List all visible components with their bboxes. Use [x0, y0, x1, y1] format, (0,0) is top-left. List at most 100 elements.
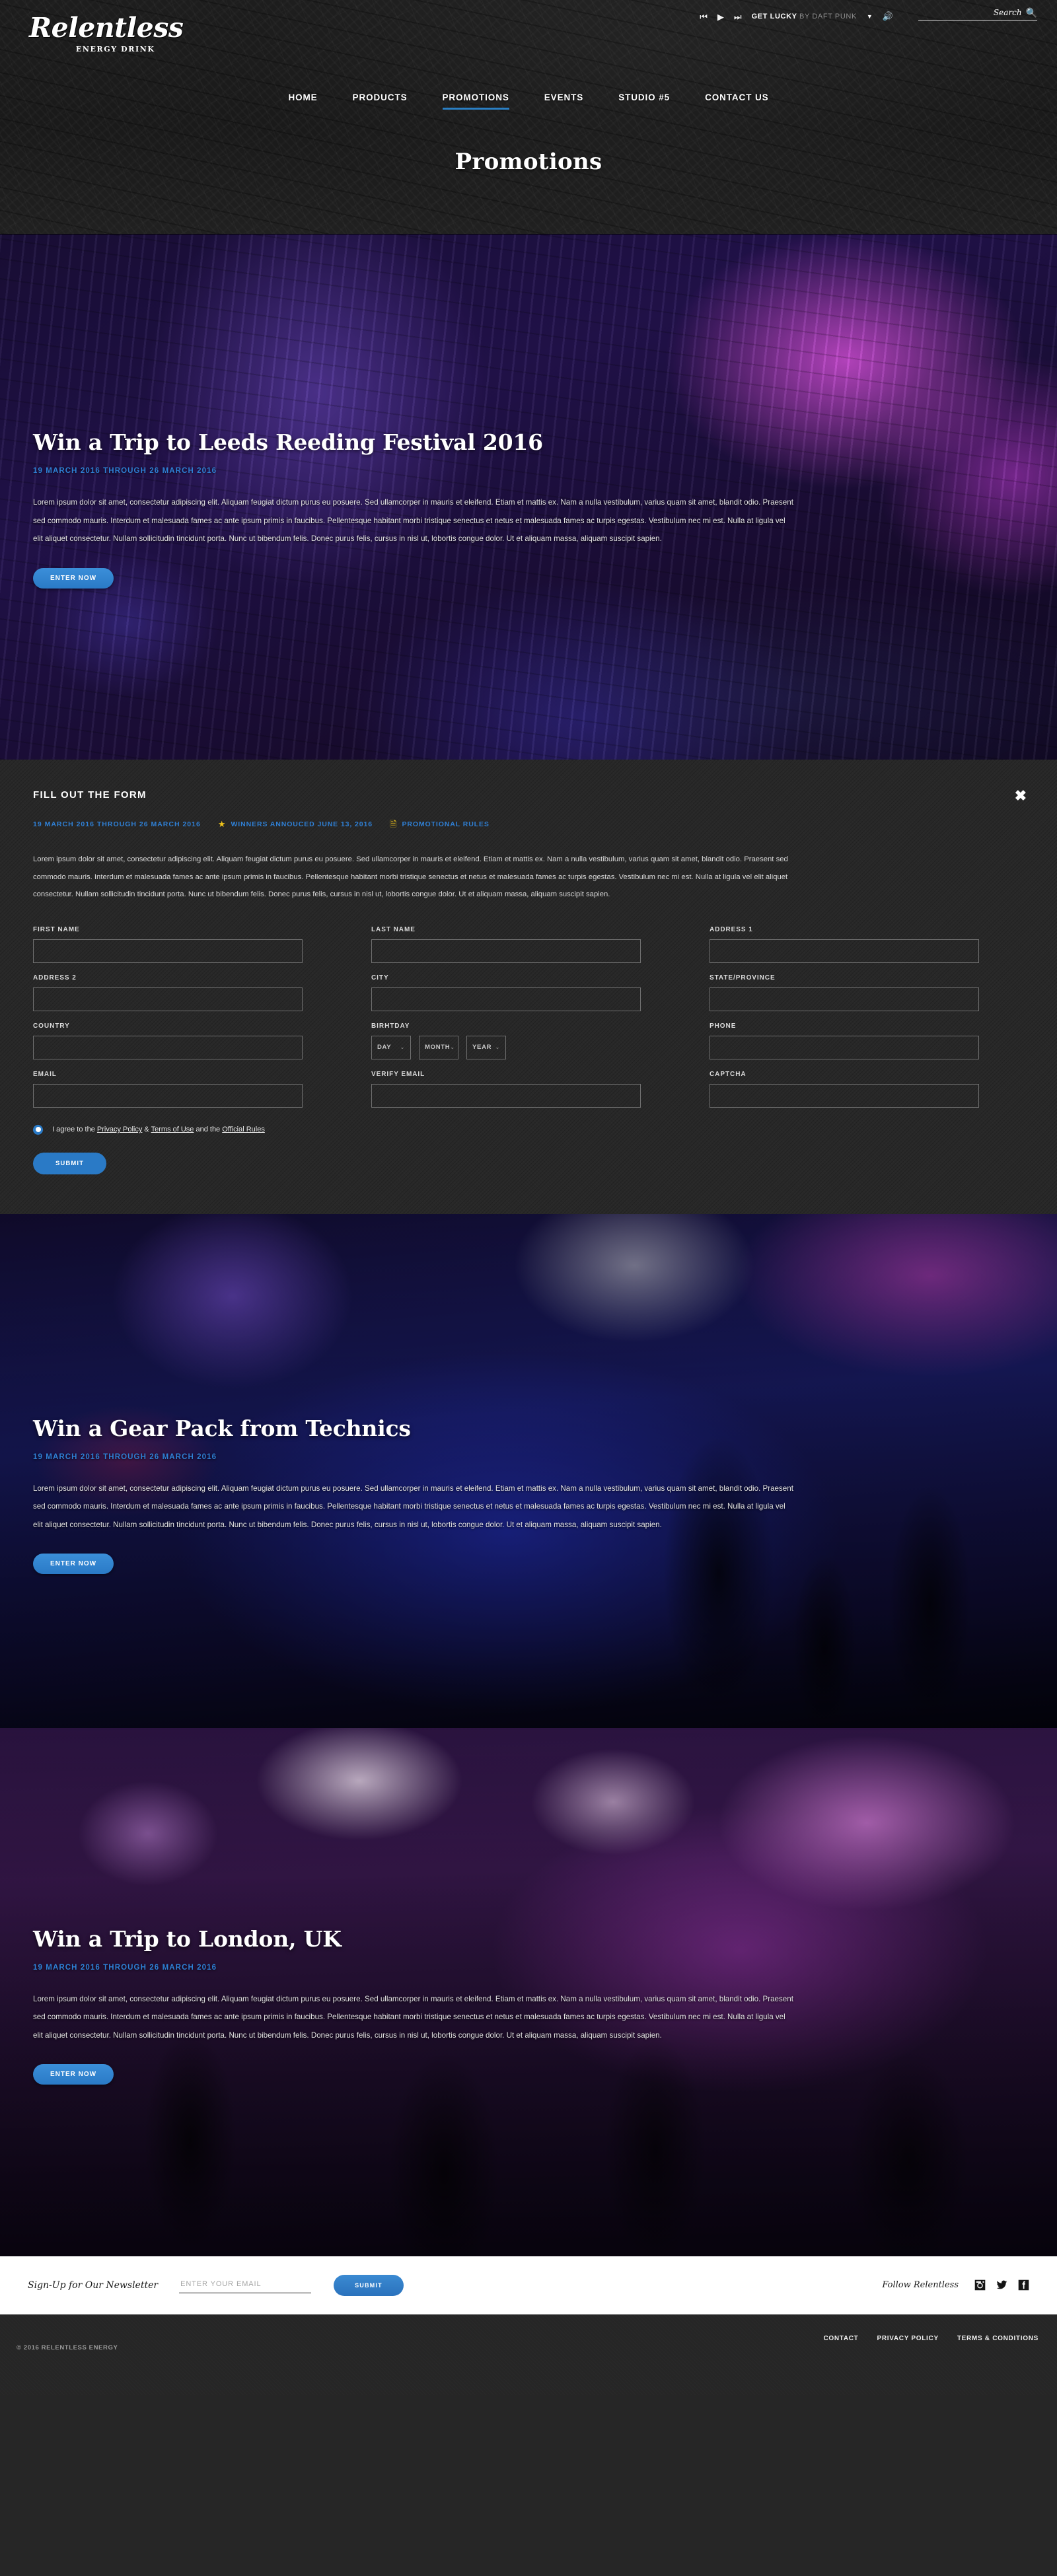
birthday-month-select[interactable]: MONTH ⌄ [419, 1035, 458, 1059]
chevron-down-icon[interactable]: ▼ [867, 13, 873, 20]
form-row-4: EMAIL VERIFY EMAIL CAPTCHA [33, 1071, 1024, 1108]
follow-label: Follow Relentless [882, 2280, 959, 2291]
phone-input[interactable] [710, 1035, 979, 1059]
hero-cta-wrap-1: ENTER NOW [33, 567, 1024, 589]
nav-item-studio-5[interactable]: STUDIO #5 [618, 92, 670, 110]
address-2-label: ADDRESS 2 [33, 974, 77, 982]
state-province-label: STATE/PROVINCE [710, 974, 776, 982]
address-1-label: ADDRESS 1 [710, 925, 753, 933]
terms-of-use-link[interactable]: Terms of Use [151, 1126, 194, 1133]
player-track: GET LUCKY BY DAFT PUNK [752, 13, 857, 20]
promotion-dates: 19 MARCH 2016 THROUGH 26 MARCH 2016 [33, 467, 217, 475]
last-name-input[interactable] [371, 939, 641, 963]
field-city: CITY [371, 974, 641, 1011]
footer-link-terms-conditions[interactable]: TERMS & CONDITIONS [957, 2335, 1039, 2342]
form-dates: 19 MARCH 2016 THROUGH 26 MARCH 2016 [33, 820, 201, 828]
logo-wordmark: Relentless [29, 12, 184, 44]
skip-previous-icon[interactable]: ⏮ [700, 13, 708, 21]
hero-cta-wrap-2: ENTER NOW [33, 1554, 1024, 1575]
birthday-day-value: DAY [377, 1044, 392, 1052]
submit-wrap: SUBMIT [33, 1152, 1024, 1174]
enter-now-button[interactable]: ENTER NOW [33, 567, 114, 589]
city-input[interactable] [371, 987, 641, 1011]
footer-links: CONTACT PRIVACY POLICY TERMS & CONDITION… [823, 2335, 1039, 2342]
captcha-input[interactable] [710, 1083, 979, 1108]
instagram-icon[interactable] [974, 2279, 986, 2291]
birthday-selects: DAY ⌄ MONTH ⌄ YEAR ⌄ [371, 1035, 641, 1059]
entry-form-panel: FILL OUT THE FORM ✖ 19 MARCH 2016 THROUG… [0, 760, 1057, 1214]
verify-email-label: VERIFY EMAIL [371, 1070, 425, 1078]
winners-announced-label: WINNERS ANNOUCED JUNE 13, 2016 [231, 820, 373, 828]
follow-group: Follow Relentless [882, 2279, 1029, 2291]
birthday-month-value: MONTH [425, 1044, 451, 1052]
chevron-down-icon: ⌄ [450, 1044, 455, 1051]
main-nav: HOME PRODUCTS PROMOTIONS EVENTS STUDIO #… [0, 92, 1057, 110]
state-province-input[interactable] [710, 987, 979, 1011]
verify-email-input[interactable] [371, 1083, 641, 1108]
nav-item-contact-us[interactable]: CONTACT US [705, 92, 769, 110]
twitter-icon[interactable] [996, 2279, 1007, 2291]
search-input[interactable]: Search [918, 8, 1022, 17]
privacy-policy-link[interactable]: Privacy Policy [97, 1126, 142, 1133]
country-label: COUNTRY [33, 1022, 70, 1030]
form-row-1: FIRST NAME LAST NAME ADDRESS 1 [33, 926, 1024, 963]
agreement-row: I agree to the Privacy Policy & Terms of… [33, 1124, 1024, 1135]
form-meta-row: 19 MARCH 2016 THROUGH 26 MARCH 2016 ★ WI… [33, 820, 1024, 828]
form-description: Lorem ipsum dolor sit amet, consectetur … [33, 855, 788, 899]
agree-radio[interactable] [33, 1124, 43, 1135]
footer-link-contact[interactable]: CONTACT [823, 2335, 858, 2342]
play-icon[interactable]: ▶ [717, 13, 724, 21]
country-input[interactable] [33, 1035, 303, 1059]
newsletter-email-input[interactable] [179, 2277, 312, 2293]
field-email: EMAIL [33, 1071, 303, 1108]
nav-item-home[interactable]: HOME [288, 92, 317, 110]
site-logo[interactable]: Relentless ENERGY DRINK [29, 12, 184, 54]
newsletter-label: Sign-Up for Our Newsletter [28, 2279, 159, 2291]
promotional-rules-label[interactable]: PROMOTIONAL RULES [402, 820, 489, 828]
nav-item-products[interactable]: PRODUCTS [353, 92, 408, 110]
form-row-2: ADDRESS 2 CITY STATE/PROVINCE [33, 974, 1024, 1011]
form-submit-button[interactable]: SUBMIT [33, 1152, 107, 1174]
hero-content-2: Win a Gear Pack from Technics 19 MARCH 2… [0, 1214, 1057, 1575]
official-rules-link[interactable]: Official Rules [222, 1126, 265, 1133]
footer-link-privacy-policy[interactable]: PRIVACY POLICY [877, 2335, 938, 2342]
skip-next-icon[interactable]: ⏭ [734, 13, 742, 21]
birthday-day-select[interactable]: DAY ⌄ [371, 1035, 411, 1059]
birthday-year-select[interactable]: YEAR ⌄ [466, 1035, 506, 1059]
promotion-description: Lorem ipsum dolor sit amet, consectetur … [33, 1484, 793, 1529]
document-icon: 🗎 [389, 819, 397, 829]
form-row-3: COUNTRY BIRHTDAY DAY ⌄ MONTH ⌄ YEAR ⌄ PH… [33, 1022, 1024, 1059]
newsletter-bar: Sign-Up for Our Newsletter SUBMIT Follow… [0, 2256, 1057, 2314]
email-input[interactable] [33, 1083, 303, 1108]
enter-now-button[interactable]: ENTER NOW [33, 1554, 114, 1575]
page-title: Promotions [455, 149, 602, 175]
address-2-input[interactable] [33, 987, 303, 1011]
music-player: ⏮ ▶ ⏭ GET LUCKY BY DAFT PUNK ▼ 🔊 [700, 7, 893, 26]
agreement-text: I agree to the Privacy Policy & Terms of… [52, 1126, 265, 1133]
winners-announced: ★ WINNERS ANNOUCED JUNE 13, 2016 [218, 820, 373, 828]
nav-item-promotions[interactable]: PROMOTIONS [442, 92, 510, 110]
close-icon[interactable]: ✖ [1015, 789, 1027, 803]
chevron-down-icon: ⌄ [495, 1044, 500, 1051]
address-1-input[interactable] [710, 939, 979, 963]
birthday-label: BIRHTDAY [371, 1022, 410, 1030]
enter-now-button[interactable]: ENTER NOW [33, 2064, 114, 2085]
last-name-label: LAST NAME [371, 925, 416, 933]
facebook-icon[interactable] [1018, 2279, 1029, 2291]
logo-tagline: ENERGY DRINK [75, 45, 155, 54]
first-name-input[interactable] [33, 939, 303, 963]
newsletter-submit-button[interactable]: SUBMIT [334, 2274, 404, 2296]
hero-content-3: Win a Trip to London, UK 19 MARCH 2016 T… [0, 1728, 1057, 2085]
field-country: COUNTRY [33, 1022, 303, 1059]
field-last-name: LAST NAME [371, 926, 641, 963]
search-box[interactable]: Search 🔍 [918, 8, 1037, 20]
star-icon: ★ [217, 819, 226, 829]
promotional-rules[interactable]: 🗎 PROMOTIONAL RULES [390, 820, 490, 828]
field-state-province: STATE/PROVINCE [710, 974, 979, 1011]
nav-item-events[interactable]: EVENTS [544, 92, 583, 110]
field-verify-email: VERIFY EMAIL [371, 1071, 641, 1108]
search-icon[interactable]: 🔍 [1026, 8, 1037, 17]
agree-prefix: I agree to the [52, 1126, 97, 1134]
promotion-description: Lorem ipsum dolor sit amet, consectetur … [33, 498, 793, 544]
volume-icon[interactable]: 🔊 [883, 11, 893, 22]
